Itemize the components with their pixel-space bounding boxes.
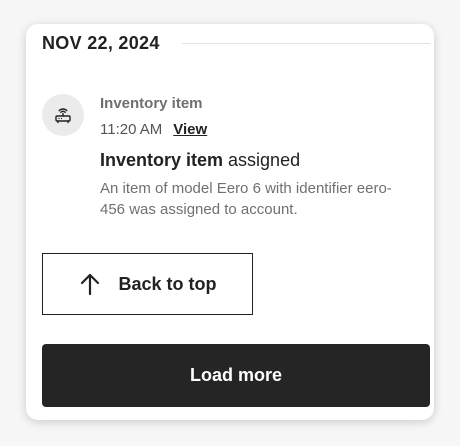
event-type: Inventory item	[100, 95, 203, 112]
router-icon	[42, 94, 84, 136]
back-to-top-label: Back to top	[118, 273, 217, 294]
event-title: Inventory item assigned	[100, 148, 418, 172]
activity-card: NOV 22, 2024 Inventory item 11:20 AM Vie…	[26, 24, 434, 420]
event-title-rest: assigned	[223, 150, 301, 170]
date-heading: NOV 22, 2024	[42, 32, 160, 53]
event-body: Inventory item 11:20 AM View Inventory i…	[100, 94, 418, 220]
load-more-label: Load more	[189, 365, 282, 385]
load-more-button[interactable]: Load more	[42, 344, 430, 407]
event-description: An item of model Eero 6 with identifier …	[100, 180, 392, 218]
event-meta: 11:20 AM View	[100, 120, 418, 140]
event-title-strong: Inventory item	[100, 150, 224, 170]
event-time: 11:20 AM	[100, 121, 163, 138]
back-to-top-button[interactable]: Back to top	[42, 253, 253, 315]
view-link[interactable]: View	[173, 120, 207, 140]
arrow-up-icon	[78, 272, 102, 296]
date-header: NOV 22, 2024	[42, 32, 430, 54]
date-divider	[181, 42, 430, 44]
